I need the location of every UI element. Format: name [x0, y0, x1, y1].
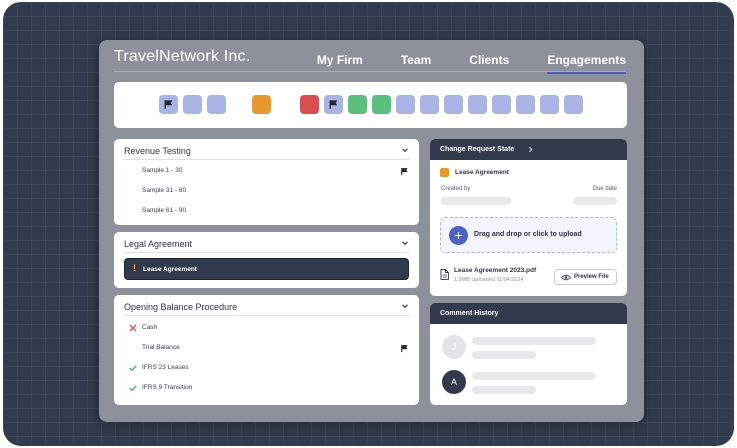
timeline-step[interactable] [468, 95, 487, 114]
avatar[interactable]: A [442, 370, 466, 394]
comment-placeholder [472, 351, 536, 359]
due-date-label: Due date [592, 186, 617, 192]
timeline-step[interactable] [540, 95, 559, 114]
timeline-step[interactable] [420, 95, 439, 114]
comment-history-title: Comment History [440, 310, 499, 317]
timeline-step[interactable] [348, 95, 367, 114]
timeline-step[interactable] [492, 95, 511, 114]
list-item[interactable]: Sample 61 - 90 [124, 205, 409, 219]
avatar[interactable]: J [442, 335, 466, 359]
timeline-step[interactable] [444, 95, 463, 114]
flag-icon [329, 100, 338, 109]
top-bar: TravelNetwork Inc. My Firm Team Clients … [99, 40, 644, 74]
timeline-step[interactable] [396, 95, 415, 114]
lease-agreement-label: Lease Agreement [143, 266, 197, 273]
check-icon [129, 385, 137, 392]
change-request-header[interactable]: Change Request State [430, 139, 627, 160]
procedure-label: IFRS 9 Transition [142, 384, 193, 391]
cross-icon [129, 324, 137, 332]
procedure-label: Trial Balance [142, 344, 180, 351]
timeline-step[interactable] [207, 95, 226, 114]
flag-icon [401, 344, 408, 353]
timeline-step[interactable] [300, 95, 319, 114]
upload-drop-zone[interactable]: + Drag and drop or click to upload [440, 217, 617, 253]
timeline-step[interactable] [159, 95, 178, 114]
list-item[interactable]: IFRS 9 Transition [124, 382, 409, 396]
procedure-label: IFRS 23 Leases [142, 364, 189, 371]
nav-clients[interactable]: Clients [469, 40, 509, 72]
preview-file-label: Preview File [574, 274, 609, 280]
sample-label: Sample 1 - 30 [142, 167, 183, 174]
opening-balance-header[interactable]: Opening Balance Procedure [124, 295, 409, 316]
timeline-step[interactable] [372, 95, 391, 114]
list-item[interactable]: Cash [124, 322, 409, 336]
list-item[interactable]: IFRS 23 Leases [124, 362, 409, 376]
list-item[interactable]: Sample 31 - 60 [124, 185, 409, 199]
header-divider [114, 71, 626, 72]
main-nav: My Firm Team Clients Engagements [279, 40, 626, 74]
check-icon [129, 365, 137, 372]
chevron-down-icon[interactable] [401, 302, 409, 310]
list-item[interactable]: Trial Balance [124, 342, 409, 356]
opening-balance-card: Opening Balance Procedure Cash Trial Bal… [114, 295, 419, 405]
revenue-testing-title: Revenue Testing [124, 146, 191, 156]
brand-name: TravelNetwork Inc. [114, 48, 251, 65]
legal-agreement-header[interactable]: Legal Agreement [124, 232, 409, 253]
timeline-step[interactable] [324, 95, 343, 114]
timeline-step[interactable] [252, 95, 271, 114]
revenue-testing-header[interactable]: Revenue Testing [124, 139, 409, 160]
opening-balance-title: Opening Balance Procedure [124, 302, 238, 312]
created-by-placeholder [441, 197, 511, 205]
document-icon [440, 269, 449, 280]
sample-label: Sample 31 - 60 [142, 187, 187, 194]
nav-team[interactable]: Team [401, 40, 431, 72]
change-request-item: Lease Agreement [455, 169, 509, 176]
due-date-placeholder [573, 197, 617, 205]
engagement-timeline [114, 82, 627, 128]
drop-zone-text: Drag and drop or click to upload [474, 231, 582, 238]
legal-agreement-title: Legal Agreement [124, 239, 193, 249]
timeline-step[interactable] [183, 95, 202, 114]
nav-my-firm[interactable]: My Firm [317, 40, 363, 72]
lease-agreement-row[interactable]: ! Lease Agreement [124, 258, 409, 280]
timeline-step[interactable] [564, 95, 583, 114]
revenue-testing-card: Revenue Testing Sample 1 - 30 Sample 31 … [114, 139, 419, 225]
sample-label: Sample 61 - 90 [142, 207, 187, 214]
chevron-down-icon[interactable] [401, 146, 409, 154]
change-request-card: Change Request State Lease Agreement Cre… [430, 139, 627, 296]
flag-icon [401, 167, 408, 176]
warning-icon: ! [133, 263, 136, 273]
created-by-label: Created by [441, 186, 471, 192]
comment-placeholder [472, 337, 596, 345]
legal-agreement-card: Legal Agreement ! Lease Agreement [114, 232, 419, 288]
comment-placeholder [472, 372, 596, 380]
file-meta: 1.9MB Uploaded 11/04/2024 [454, 277, 524, 283]
nav-engagements[interactable]: Engagements [547, 40, 626, 74]
backdrop: TravelNetwork Inc. My Firm Team Clients … [3, 2, 734, 446]
app-window: TravelNetwork Inc. My Firm Team Clients … [99, 40, 644, 422]
change-request-title: Change Request State [440, 146, 515, 153]
preview-file-button[interactable]: Preview File [554, 269, 617, 285]
comment-history-header: Comment History [430, 303, 627, 324]
flag-icon [164, 100, 173, 109]
file-name[interactable]: Lease Agreement 2023.pdf [454, 267, 536, 274]
plus-icon[interactable]: + [449, 226, 468, 245]
timeline-step[interactable] [516, 95, 535, 114]
comment-history-card: Comment History J A [430, 303, 627, 405]
chevron-down-icon[interactable] [401, 239, 409, 247]
list-item[interactable]: Sample 1 - 30 [124, 165, 409, 179]
chevron-right-icon[interactable] [527, 146, 534, 153]
item-color-swatch [440, 168, 449, 177]
comment-placeholder [472, 386, 536, 394]
eye-icon [561, 274, 571, 281]
procedure-label: Cash [142, 324, 158, 331]
